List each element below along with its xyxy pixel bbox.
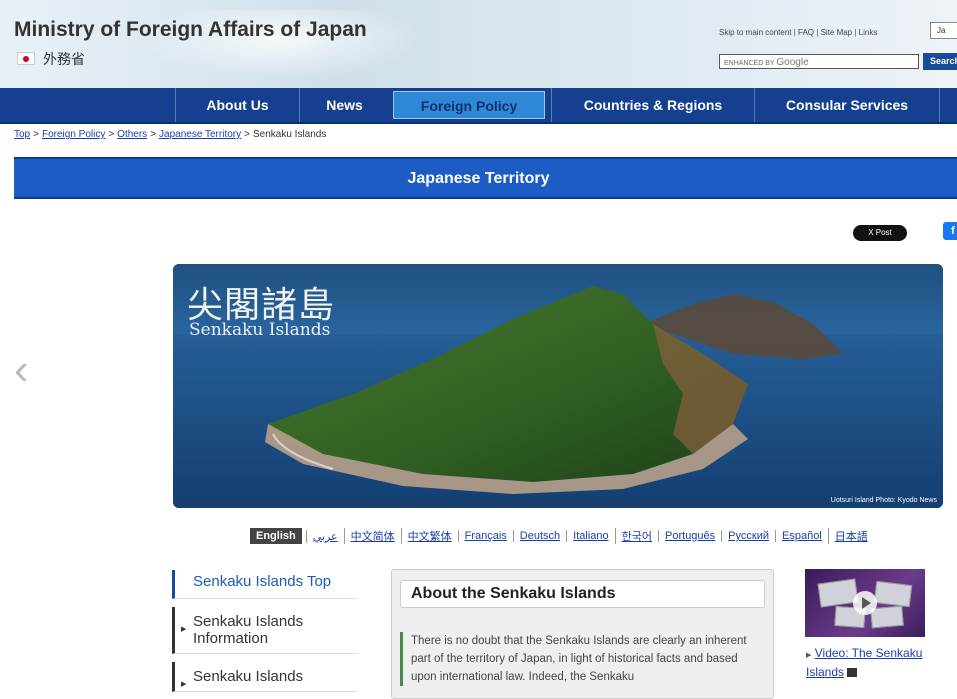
site-title-japanese: 外務省 [43,51,85,67]
site-title[interactable]: Ministry of Foreign Affairs of Japan [14,18,367,42]
sidebar: Senkaku Islands Top ▶ Senkaku Islands In… [172,570,358,692]
sidebar-item-information[interactable]: ▶ Senkaku Islands Information [172,607,358,654]
breadcrumb-japanese-territory[interactable]: Japanese Territory [159,129,241,140]
lang-korean[interactable]: 한국어 [614,528,658,544]
photo-credit: Uotsuri Island Photo: Kyodo News [830,497,937,504]
lang-portuguese[interactable]: Português [658,530,721,542]
nav-about-us[interactable]: About Us [175,88,299,122]
skip-link[interactable]: Skip to main content [719,28,791,37]
carousel-prev-icon[interactable]: ‹ [14,348,38,392]
play-icon [853,591,877,615]
video-thumbnail[interactable] [805,569,925,637]
lang-spanish[interactable]: Español [775,530,828,542]
panel-heading: About the Senkaku Islands [400,580,765,608]
links-link[interactable]: Links [859,28,878,37]
language-bar: English عربي 中文简体 中文繁体 Français Deutsch … [235,525,874,547]
hero-image[interactable]: 尖閣諸島 Senkaku Islands Uotsuri Island Phot… [173,264,943,508]
hero-title-english: Senkaku Islands [189,320,331,340]
search-button[interactable]: Search [923,53,957,70]
breadcrumb-top[interactable]: Top [14,129,30,140]
breadcrumb-foreign-policy[interactable]: Foreign Policy [42,129,105,140]
section-title: Japanese Territory [407,170,550,187]
sidebar-item-label: Senkaku Islands [193,668,304,685]
sidebar-item-top[interactable]: Senkaku Islands Top [172,570,358,599]
lang-japanese[interactable]: 日本語 [827,528,874,544]
video-link[interactable]: Video: The Senkaku Islands [806,646,922,679]
faq-link[interactable]: FAQ [798,28,814,37]
bullet-arrow-icon: ▶ [806,652,812,659]
lang-chinese-traditional[interactable]: 中文繁体 [400,528,458,544]
sitemap-link[interactable]: Site Map [821,28,853,37]
japanese-language-button[interactable]: Ja [930,22,957,39]
search-input[interactable]: ENHANCED BY Google [719,54,919,69]
bullet-arrow-icon: ▶ [181,626,187,633]
lang-chinese-simplified[interactable]: 中文简体 [343,528,401,544]
external-window-icon [847,668,858,678]
lang-arabic[interactable]: عربي [305,529,344,543]
lang-french[interactable]: Français [457,530,513,542]
video-link-block: ▶ Video: The Senkaku Islands [806,645,936,680]
thumbnail-card [873,580,913,608]
bullet-arrow-icon: ▶ [181,681,187,688]
nav-news[interactable]: News [299,88,389,122]
nav-foreign-policy[interactable]: Foreign Policy [393,91,545,119]
nav-countries-regions[interactable]: Countries & Regions [551,88,754,122]
japan-flag-icon [17,52,35,65]
main-nav: About Us News Foreign Policy Countries &… [0,88,957,124]
site-header: Ministry of Foreign Affairs of Japan 外務省… [0,0,957,88]
sidebar-item-label: Senkaku Islands Information [193,613,304,647]
panel-body-text: There is no doubt that the Senkaku Islan… [400,632,765,686]
google-wordmark: Google [776,57,809,68]
breadcrumb-others[interactable]: Others [117,129,147,140]
facebook-share-icon[interactable]: f [943,222,957,240]
sidebar-item-senkaku[interactable]: ▶ Senkaku Islands [172,662,358,692]
nav-consular-services[interactable]: Consular Services [754,88,940,122]
breadcrumb-current: Senkaku Islands [252,129,327,140]
lang-german[interactable]: Deutsch [512,530,566,542]
x-post-button[interactable]: X Post [853,225,907,241]
search-enhanced-label: ENHANCED BY [724,60,775,67]
lang-italian[interactable]: Italiano [566,530,614,542]
lang-english[interactable]: English [250,528,302,544]
lang-russian[interactable]: Русский [721,530,775,542]
utility-links: Skip to main content | FAQ | Site Map | … [719,28,878,37]
breadcrumb: Top > Foreign Policy > Others > Japanese Terri… [14,129,327,140]
